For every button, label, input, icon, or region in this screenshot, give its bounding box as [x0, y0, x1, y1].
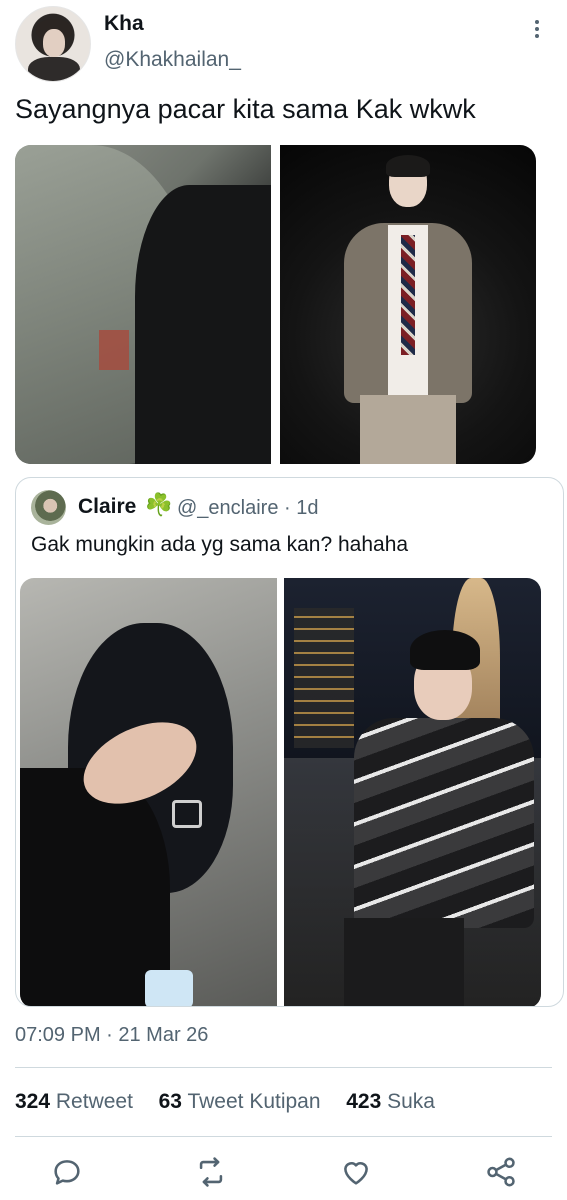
tweet-actions [0, 1150, 567, 1194]
photo-pants [344, 918, 464, 1006]
photo-cap [410, 630, 480, 670]
tweet-text: Sayangnya pacar kita sama Kak wkwk [15, 94, 476, 124]
retweet-label[interactable]: Retweet [56, 1090, 133, 1113]
quote-label[interactable]: Tweet Kutipan [187, 1090, 320, 1113]
tweet-timestamp[interactable]: 07:09 PM · 21 Mar 26 [15, 1024, 208, 1047]
photo-background-red [99, 330, 129, 370]
retweet-count[interactable]: 324 [15, 1090, 50, 1113]
avatar-face [43, 29, 65, 57]
quoted-author-handle-time: @_enclaire · 1d [177, 497, 319, 519]
tweet-photo-1[interactable] [15, 145, 271, 464]
reply-icon[interactable] [50, 1155, 84, 1189]
divider [15, 1067, 552, 1068]
photo-phone [145, 970, 193, 1006]
quoted-photo-1[interactable] [20, 578, 277, 1006]
divider [15, 1136, 552, 1137]
retweet-icon[interactable] [194, 1155, 228, 1189]
photo-shadow [135, 185, 271, 464]
like-count[interactable]: 423 [346, 1090, 381, 1113]
photo-tie [401, 235, 415, 355]
author-avatar[interactable] [15, 6, 91, 82]
like-label[interactable]: Suka [387, 1090, 435, 1113]
more-dot [535, 27, 539, 31]
avatar-shirt [28, 57, 80, 81]
photo-building [294, 608, 354, 748]
quoted-photo-2[interactable] [284, 578, 541, 1006]
heart-icon[interactable] [339, 1155, 373, 1189]
quote-count[interactable]: 63 [159, 1090, 182, 1113]
more-options-icon[interactable] [522, 14, 552, 44]
tweet-photo-2[interactable] [280, 145, 536, 464]
author-name[interactable]: Kha [104, 12, 144, 36]
quoted-tweet[interactable]: Claire ☘️ @_enclaire · 1d Gak mungkin ad… [15, 477, 564, 1007]
photo-jacket [354, 718, 534, 928]
tweet-header: Kha @Khakhailan_ [0, 0, 567, 90]
share-icon[interactable] [484, 1155, 518, 1189]
quoted-author-name: Claire [78, 495, 137, 518]
clover-emoji-icon: ☘️ [145, 492, 173, 517]
tweet-stats: 324 Retweet 63 Tweet Kutipan 423 Suka [15, 1090, 435, 1114]
quoted-author-avatar[interactable] [31, 490, 66, 525]
quoted-media-grid [20, 578, 541, 1006]
more-dot [535, 20, 539, 24]
photo-pants [360, 395, 456, 464]
quoted-tweet-text: Gak mungkin ada yg sama kan? hahaha [31, 533, 409, 556]
more-dot [535, 34, 539, 38]
photo-hair [386, 155, 430, 177]
photo-cap-logo [172, 800, 202, 828]
tweet-media-grid [15, 145, 536, 464]
author-handle[interactable]: @Khakhailan_ [104, 48, 241, 72]
